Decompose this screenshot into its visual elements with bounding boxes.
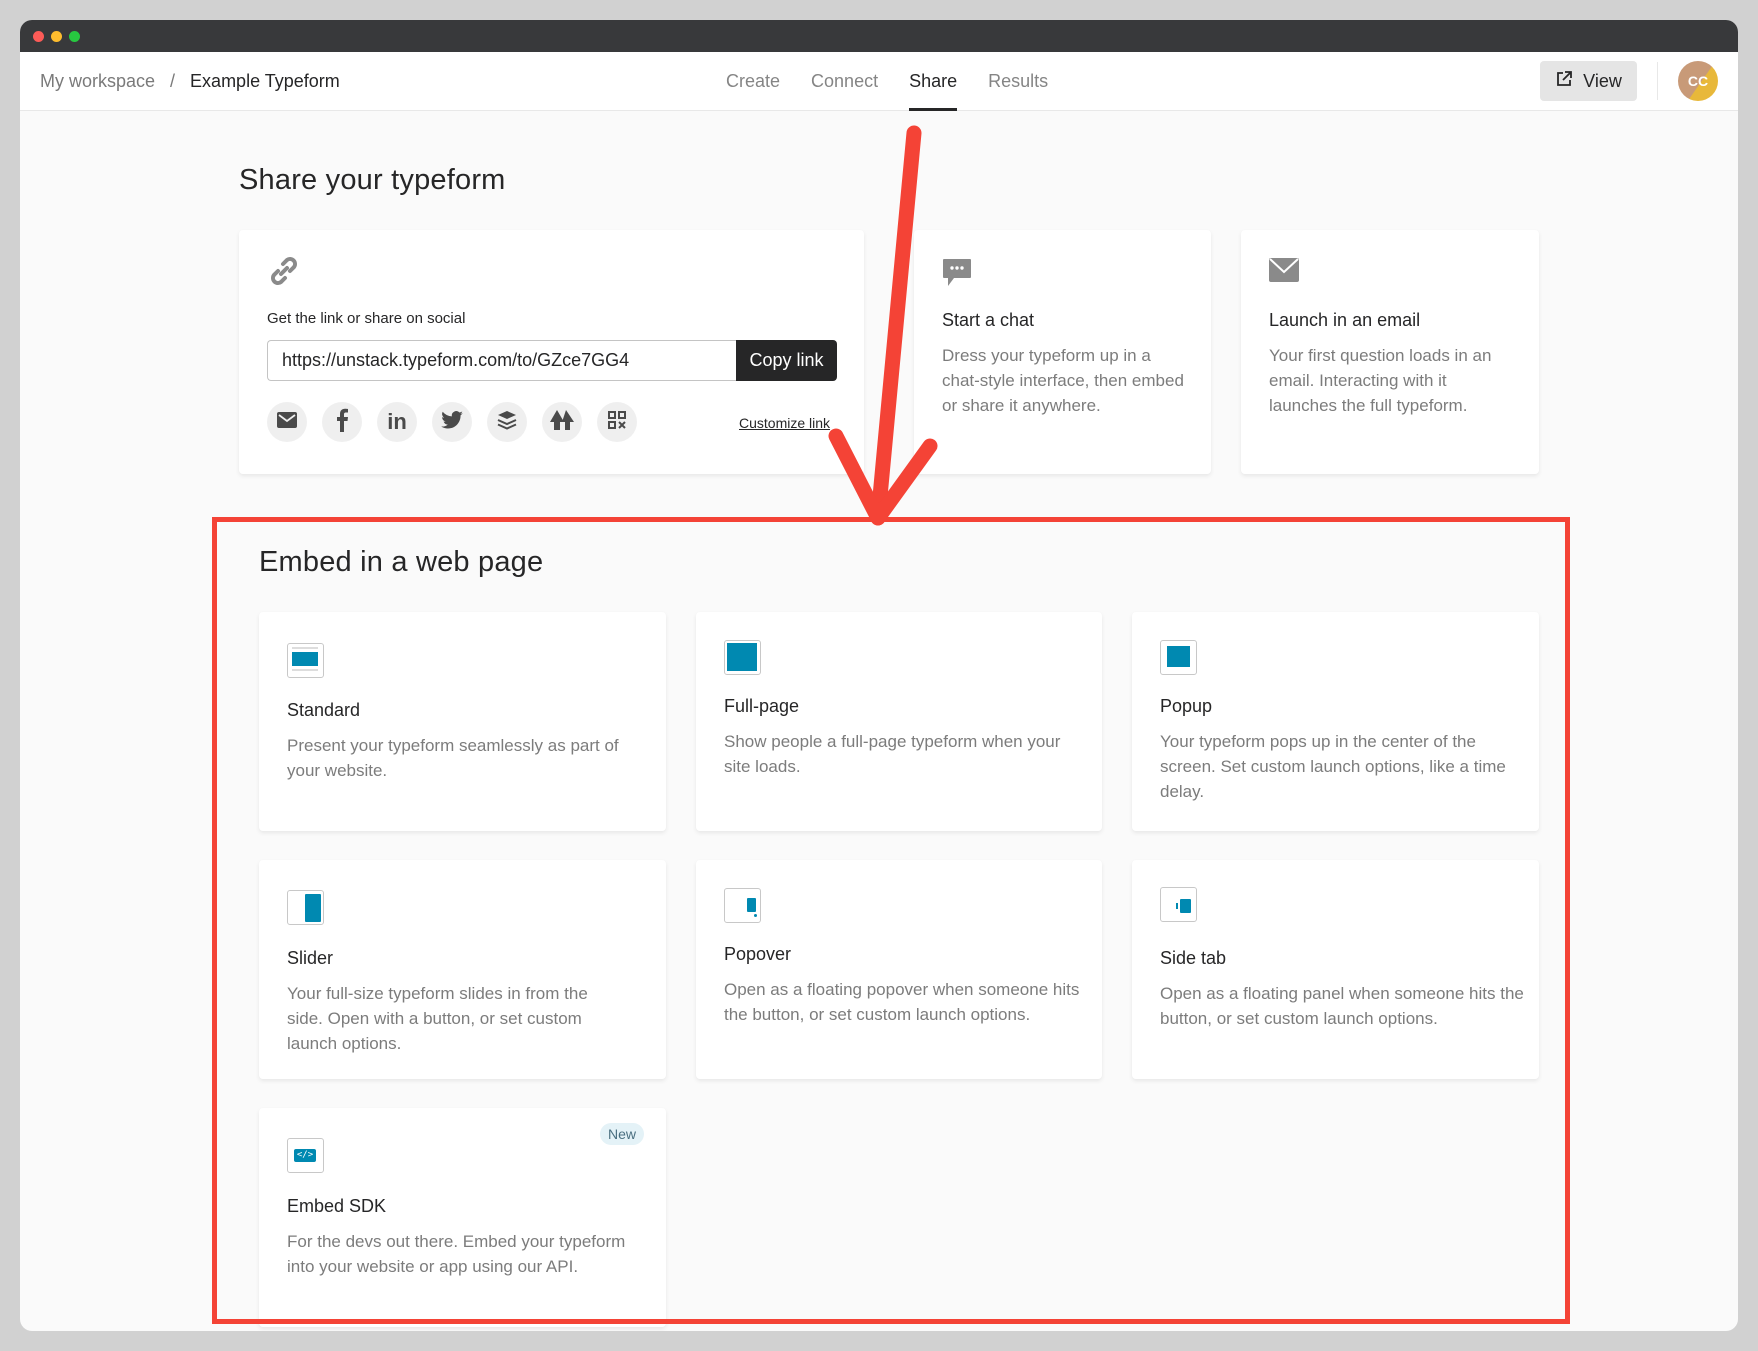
navbar-divider: [1657, 62, 1658, 100]
aweber-icon: [550, 409, 574, 435]
embed-card-title: Full-page: [724, 696, 800, 716]
popup-embed-icon: [1160, 640, 1197, 675]
embed-card-slider[interactable]: Slider Your full-size typeform slides in…: [259, 860, 666, 1079]
side-tab-embed-icon: [1160, 887, 1197, 922]
embed-card-title: Slider: [287, 948, 334, 968]
maximize-window-button[interactable]: [69, 31, 80, 42]
standard-embed-icon: [287, 643, 324, 678]
qr-code-icon: [608, 410, 626, 434]
envelope-icon: [1269, 258, 1299, 287]
share-section-title: Share your typeform: [239, 164, 506, 196]
breadcrumb-workspace-link[interactable]: My workspace: [40, 71, 155, 92]
start-chat-description: Dress your typeform up in a chat-style i…: [942, 346, 1184, 415]
embed-card-description: Present your typeform seamlessly as part…: [287, 736, 619, 780]
main-tabs: Create Connect Share Results: [726, 52, 1079, 111]
link-icon: [267, 254, 301, 293]
embed-card-description: For the devs out there. Embed your typef…: [287, 1232, 626, 1276]
embed-card-embed-sdk[interactable]: New </> Embed SDK For the devs out there…: [259, 1108, 666, 1327]
slider-embed-icon: [287, 890, 324, 925]
buffer-icon: [497, 410, 517, 435]
embed-card-popup[interactable]: Popup Your typeform pops up in the cente…: [1132, 612, 1539, 831]
tab-create[interactable]: Create: [726, 52, 780, 111]
email-icon: [277, 411, 297, 433]
embed-card-description: Open as a floating popover when someone …: [724, 980, 1080, 1024]
tab-results[interactable]: Results: [988, 52, 1048, 111]
launch-email-title: Launch in an email: [1269, 310, 1421, 330]
start-chat-title: Start a chat: [942, 310, 1035, 330]
share-qr-button[interactable]: [597, 402, 637, 442]
tab-connect[interactable]: Connect: [811, 52, 878, 111]
share-buffer-button[interactable]: [487, 402, 527, 442]
embed-card-standard[interactable]: Standard Present your typeform seamlessl…: [259, 612, 666, 831]
minimize-window-button[interactable]: [51, 31, 62, 42]
linkedin-icon: in: [387, 409, 407, 434]
external-link-icon: [1555, 70, 1573, 93]
embed-card-title: Popover: [724, 944, 792, 964]
share-email-button[interactable]: [267, 402, 307, 442]
customize-link[interactable]: Customize link: [739, 415, 830, 431]
twitter-icon: [441, 410, 463, 434]
breadcrumb-form-name[interactable]: Example Typeform: [190, 71, 340, 92]
breadcrumb: My workspace / Example Typeform: [40, 52, 340, 111]
embed-card-title: Side tab: [1160, 948, 1227, 968]
launch-email-card[interactable]: Launch in an email Your first question l…: [1241, 230, 1539, 474]
embed-card-description: Your typeform pops up in the center of t…: [1160, 732, 1506, 801]
share-url-input[interactable]: [267, 340, 736, 381]
view-button-label: View: [1583, 70, 1622, 91]
launch-email-description: Your first question loads in an email. I…: [1269, 346, 1492, 415]
embed-card-title: Embed SDK: [287, 1196, 387, 1216]
view-button[interactable]: View: [1540, 61, 1637, 101]
share-link-label: Get the link or share on social: [267, 310, 466, 327]
browser-window: My workspace / Example Typeform Create C…: [20, 20, 1738, 1331]
embed-card-description: Open as a floating panel when someone hi…: [1160, 984, 1524, 1028]
facebook-icon: [335, 408, 349, 437]
embed-card-full-page[interactable]: Full-page Show people a full-page typefo…: [696, 612, 1102, 831]
share-linkedin-button[interactable]: in: [377, 402, 417, 442]
embed-card-description: Your full-size typeform slides in from t…: [287, 984, 588, 1053]
embed-card-title: Standard: [287, 700, 361, 720]
breadcrumb-separator: /: [170, 71, 176, 91]
new-badge: New: [599, 1123, 644, 1145]
embed-card-title: Popup: [1160, 696, 1213, 716]
share-link-card: Get the link or share on social Copy lin…: [239, 230, 864, 474]
share-aweber-button[interactable]: [542, 402, 582, 442]
embed-card-side-tab[interactable]: Side tab Open as a floating panel when s…: [1132, 860, 1539, 1079]
start-chat-card[interactable]: Start a chat Dress your typeform up in a…: [914, 230, 1211, 474]
embed-card-popover[interactable]: Popover Open as a floating popover when …: [696, 860, 1102, 1079]
share-facebook-button[interactable]: [322, 402, 362, 442]
tab-share[interactable]: Share: [909, 52, 958, 111]
close-window-button[interactable]: [33, 31, 44, 42]
full-page-embed-icon: [724, 640, 761, 675]
share-twitter-button[interactable]: [432, 402, 472, 442]
chat-bubble-icon: [942, 258, 972, 293]
top-navbar: My workspace / Example Typeform Create C…: [20, 52, 1738, 111]
code-embed-icon: </>: [287, 1138, 324, 1173]
copy-link-button[interactable]: Copy link: [736, 340, 837, 381]
user-avatar[interactable]: CC: [1678, 61, 1718, 101]
embed-card-description: Show people a full-page typeform when yo…: [724, 732, 1061, 776]
title-bar: [20, 20, 1738, 52]
embed-section-title: Embed in a web page: [259, 546, 544, 578]
popover-embed-icon: [724, 888, 761, 923]
